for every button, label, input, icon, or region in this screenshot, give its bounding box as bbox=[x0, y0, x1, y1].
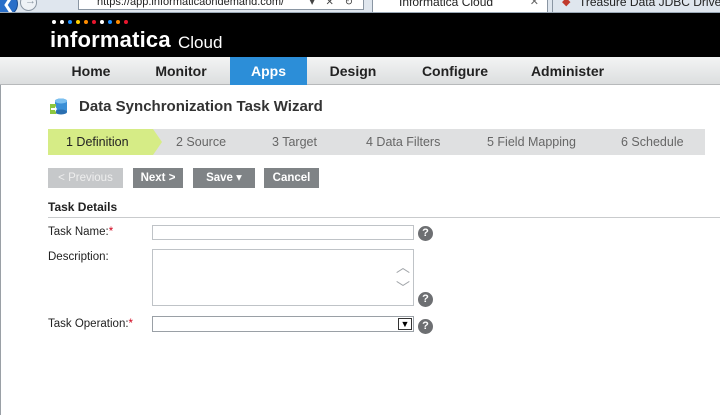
page-border bbox=[0, 85, 1, 415]
database-sync-icon bbox=[50, 98, 67, 115]
scroll-up-icon[interactable]: ︿ bbox=[396, 260, 410, 274]
nav-apps[interactable]: Apps bbox=[230, 57, 307, 85]
task-operation-label: Task Operation:* bbox=[48, 318, 134, 330]
logo: informatica bbox=[50, 27, 171, 52]
task-name-help-icon[interactable]: ? bbox=[418, 226, 433, 241]
nav-home[interactable]: Home bbox=[55, 57, 127, 85]
forward-arrow-icon: → bbox=[25, 0, 36, 7]
step-target[interactable]: 3 Target bbox=[272, 129, 317, 155]
address-text: https://app.informaticaondemand.com/ bbox=[97, 0, 285, 8]
step-schedule[interactable]: 6 Schedule bbox=[621, 129, 684, 155]
main-nav: Home Monitor Apps Design Configure Admin… bbox=[0, 57, 720, 85]
browser-toolbar: ❮ → https://app.informaticaondemand.com/… bbox=[0, 0, 720, 13]
scroll-down-icon[interactable]: ﹀ bbox=[396, 281, 410, 295]
next-button[interactable]: Next > bbox=[133, 168, 183, 188]
nav-monitor[interactable]: Monitor bbox=[145, 57, 217, 85]
wizard-steps: 1 Definition 2 Source 3 Target 4 Data Fi… bbox=[48, 129, 705, 155]
description-label: Description: bbox=[48, 251, 109, 263]
browser-tab-treasure-data[interactable]: ◆ Treasure Data JDBC Driver bbox=[552, 0, 720, 12]
logo-cloud-text: Cloud bbox=[178, 33, 223, 52]
task-name-label: Task Name:* bbox=[48, 226, 114, 238]
nav-configure[interactable]: Configure bbox=[410, 57, 500, 85]
section-divider bbox=[48, 217, 720, 218]
page-title: Data Synchronization Task Wizard bbox=[79, 98, 323, 115]
task-name-input[interactable] bbox=[152, 225, 414, 240]
task-operation-select[interactable]: ▼ bbox=[152, 316, 414, 332]
address-bar[interactable]: https://app.informaticaondemand.com/ ▾ ✕… bbox=[78, 0, 364, 10]
browser-tab-informatica[interactable]: Informatica Cloud ✕ bbox=[372, 0, 548, 12]
browser-forward-button[interactable]: → bbox=[20, 0, 37, 11]
tab-close-icon[interactable]: ✕ bbox=[530, 0, 539, 8]
tab-title: Treasure Data JDBC Driver bbox=[579, 0, 720, 9]
logo-dot bbox=[108, 20, 112, 24]
step-data-filters[interactable]: 4 Data Filters bbox=[366, 129, 440, 155]
active-step-arrow bbox=[153, 129, 162, 155]
save-button[interactable]: Save ▾ bbox=[193, 168, 255, 188]
logo-dot bbox=[68, 20, 72, 24]
logo-dot bbox=[84, 20, 88, 24]
cancel-button[interactable]: Cancel bbox=[264, 168, 319, 188]
chevron-down-icon[interactable]: ▼ bbox=[398, 318, 412, 330]
section-title: Task Details bbox=[48, 200, 118, 214]
step-definition[interactable]: 1 Definition bbox=[66, 129, 129, 155]
app-header: informatica Cloud bbox=[0, 13, 720, 57]
step-field-mapping[interactable]: 5 Field Mapping bbox=[487, 129, 576, 155]
logo-dots bbox=[52, 20, 128, 24]
logo-dot bbox=[100, 20, 104, 24]
step-source[interactable]: 2 Source bbox=[176, 129, 226, 155]
logo-dot bbox=[92, 20, 96, 24]
address-controls[interactable]: ▾ ✕ ↻ bbox=[310, 0, 357, 8]
description-field[interactable]: ︿ ﹀ bbox=[152, 249, 414, 306]
logo-dot bbox=[124, 20, 128, 24]
previous-button[interactable]: < Previous bbox=[48, 168, 123, 188]
required-marker: * bbox=[128, 318, 134, 330]
nav-design[interactable]: Design bbox=[317, 57, 389, 85]
required-marker: * bbox=[108, 226, 114, 238]
logo-dot bbox=[60, 20, 64, 24]
logo-dot bbox=[52, 20, 56, 24]
logo-dot bbox=[116, 20, 120, 24]
nav-administer[interactable]: Administer bbox=[520, 57, 615, 85]
logo-dot bbox=[76, 20, 80, 24]
description-help-icon[interactable]: ? bbox=[418, 292, 433, 307]
task-operation-help-icon[interactable]: ? bbox=[418, 319, 433, 334]
treasure-data-icon: ◆ bbox=[562, 0, 571, 8]
back-arrow-icon: ❮ bbox=[2, 0, 16, 13]
tab-title: Informatica Cloud bbox=[399, 0, 494, 9]
browser-back-button[interactable]: ❮ bbox=[0, 0, 18, 13]
